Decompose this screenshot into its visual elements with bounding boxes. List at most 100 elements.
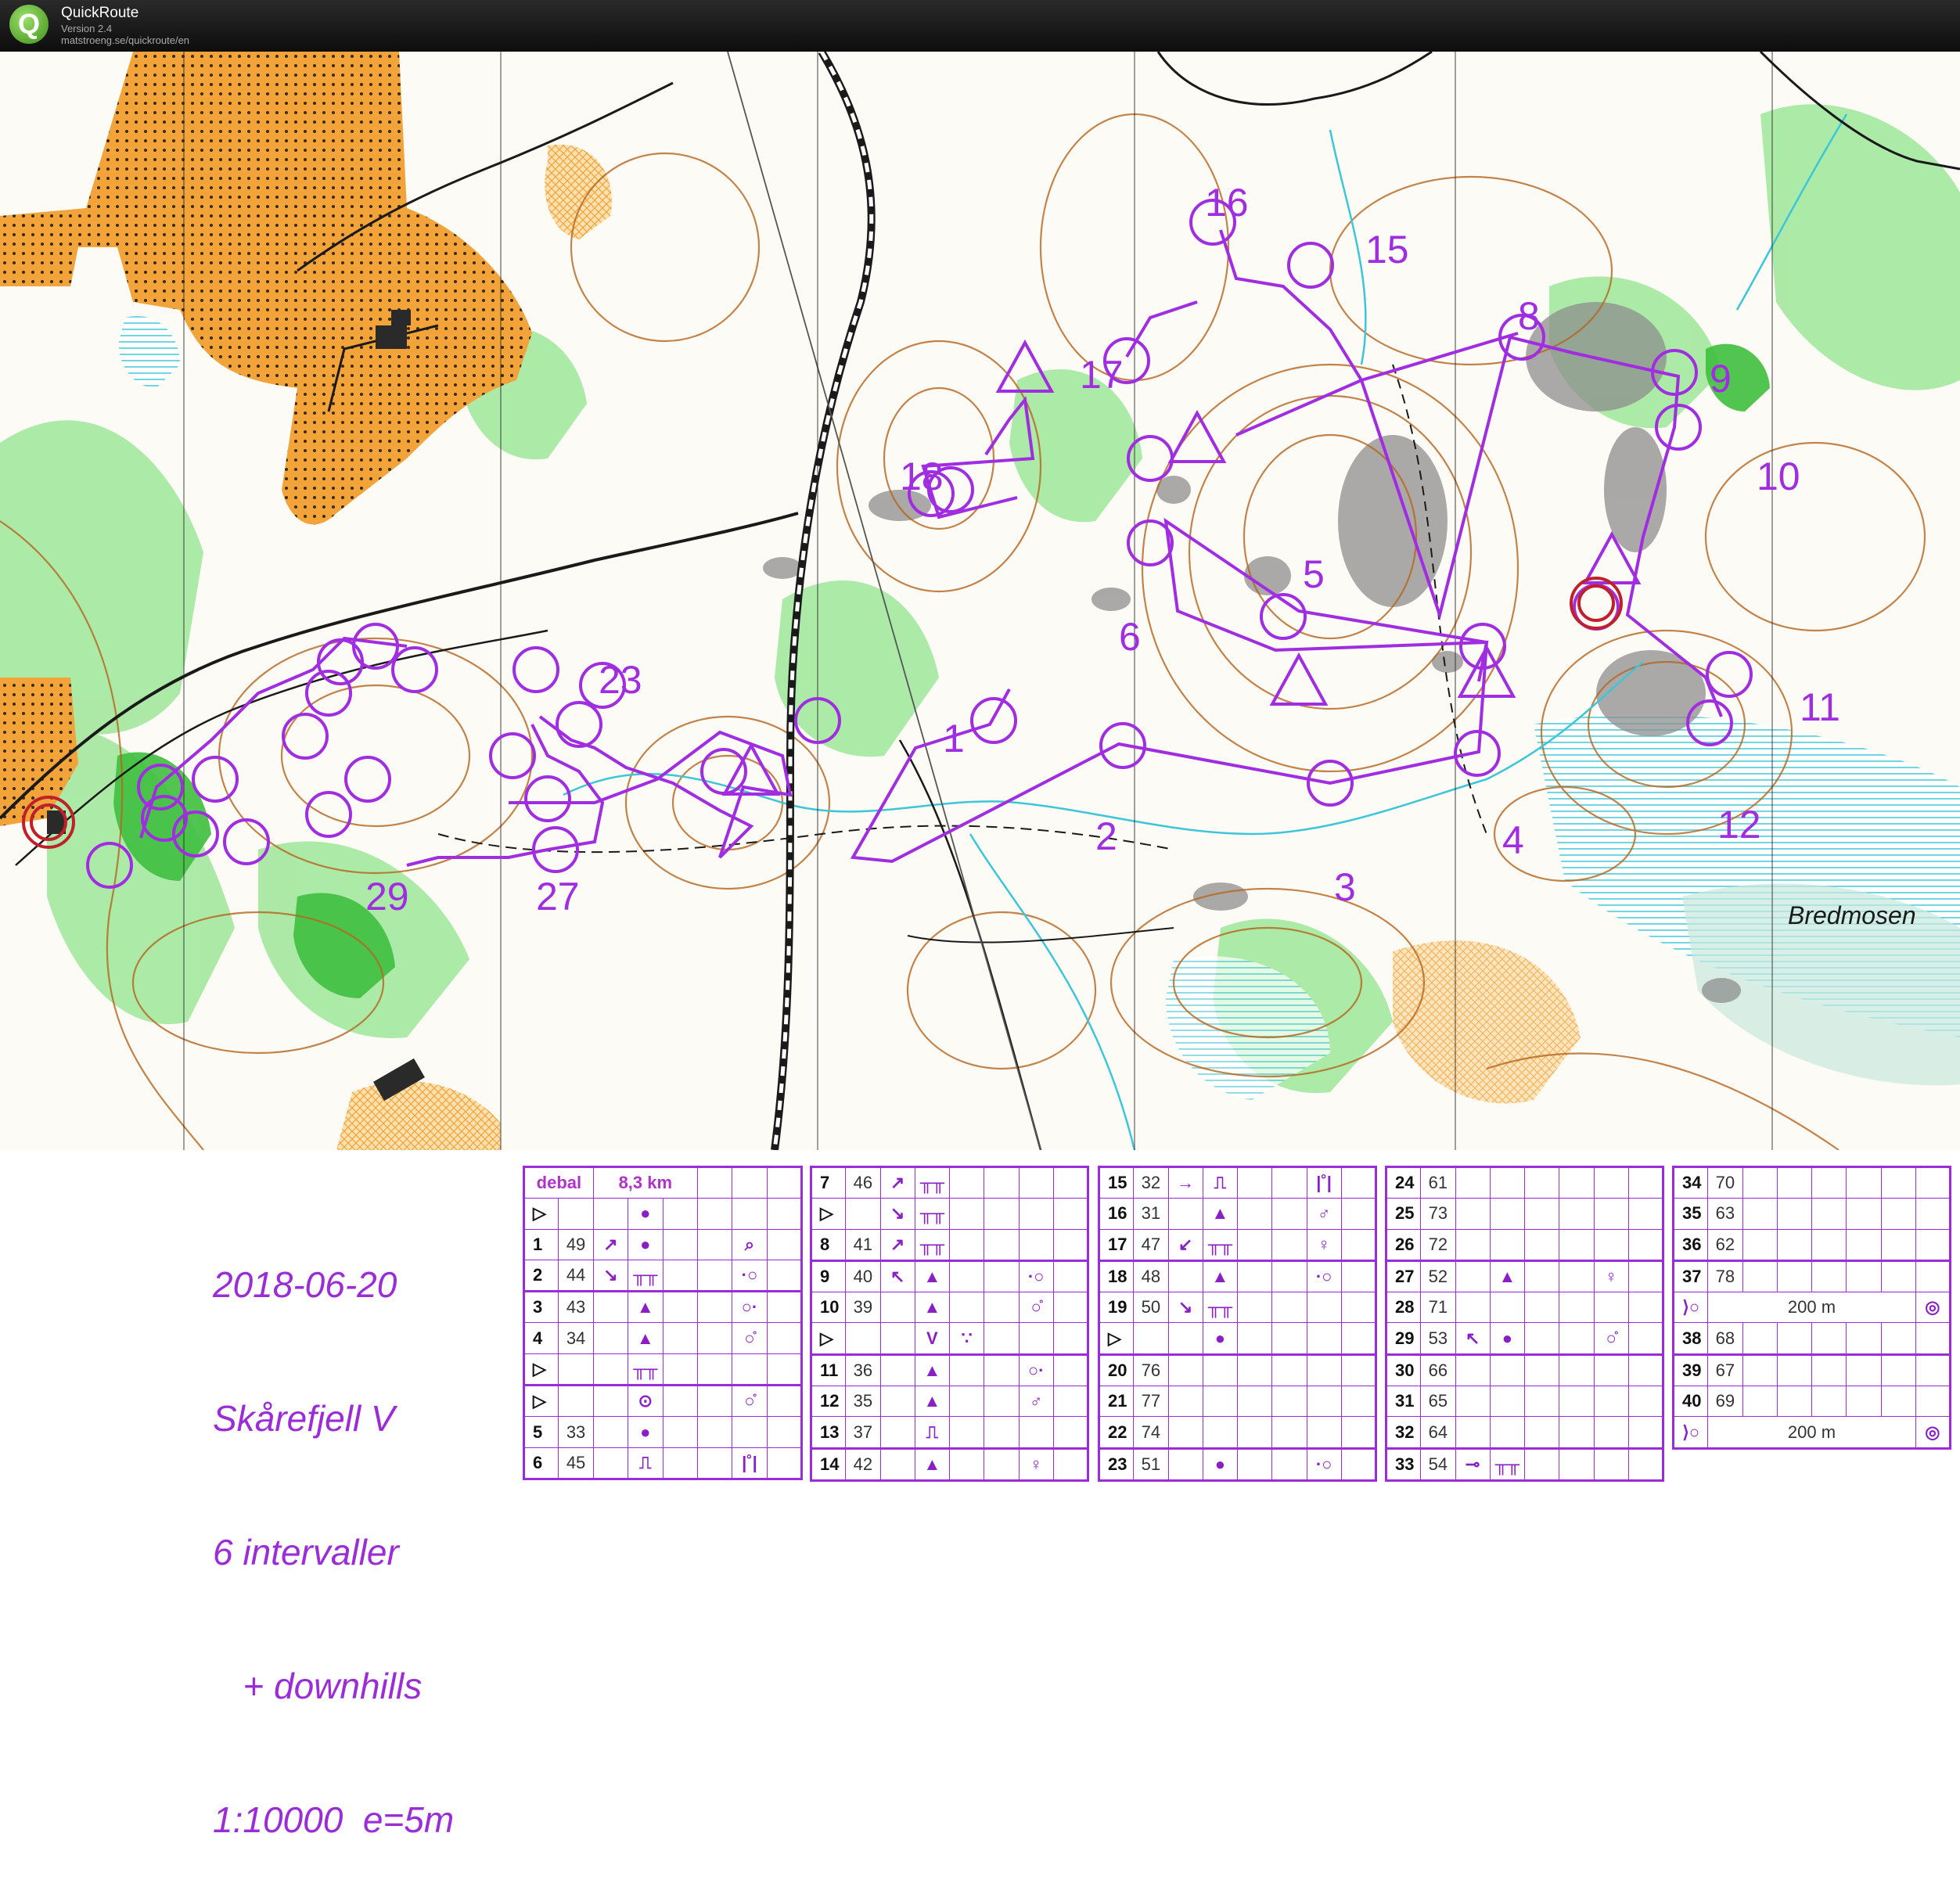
control-descriptions-col1: debal 8,3 km ▷ ● 1 49 ↗ ● ⌕ 2 44 ↘ ╥╥ ·○ 3 43 ▲ ○· 4 34 ▲ ○̊ ▷…: [523, 1166, 803, 1480]
which-feature: [1742, 1322, 1778, 1355]
dimensions: [696, 1228, 733, 1260]
course-length: 8,3 km: [592, 1166, 698, 1199]
appearance: [1523, 1416, 1560, 1449]
control-code: 62: [1707, 1228, 1743, 1261]
feature: ╥╥: [1202, 1228, 1239, 1261]
which-feature: ↖: [1455, 1322, 1491, 1355]
control-number: 31: [1385, 1386, 1422, 1418]
other: [1052, 1228, 1089, 1261]
control-code: 35: [845, 1386, 881, 1418]
control-descriptions-col5: 34 70 35 63 36 62 37 78 ⟩○ 200 m ◎ 38 68 39 67 40 69 ⟩○ 20…: [1672, 1165, 1951, 1450]
appearance: [662, 1259, 698, 1292]
feature: ╥╥: [914, 1165, 951, 1199]
control-code: 70: [1707, 1165, 1743, 1199]
description-row: ⟩○ 200 m ◎: [1672, 1292, 1951, 1324]
which-feature: [1742, 1386, 1778, 1418]
other: [1052, 1353, 1089, 1387]
control-number: 38: [1672, 1322, 1709, 1355]
feature: [1489, 1228, 1526, 1261]
which-feature: ↘: [879, 1198, 915, 1230]
location: [1593, 1353, 1629, 1387]
which-feature: ⊸: [1455, 1447, 1491, 1481]
control-number: 27: [1385, 1259, 1422, 1293]
control-code: 41: [845, 1228, 881, 1261]
location: [1018, 1416, 1054, 1449]
other: [1052, 1165, 1089, 1199]
legend-training: 6 intervaller: [213, 1532, 399, 1572]
control-code: 37: [845, 1416, 881, 1449]
location: |˚|: [732, 1447, 768, 1479]
other: [1627, 1447, 1664, 1481]
other: [1340, 1259, 1377, 1293]
which-feature: [1167, 1259, 1203, 1293]
appearance: [1523, 1292, 1560, 1324]
appearance: [662, 1447, 698, 1479]
location: [1593, 1386, 1629, 1418]
feature: [1489, 1386, 1526, 1418]
location: [1593, 1416, 1629, 1449]
app-url[interactable]: matstroeng.se/quickroute/en: [61, 34, 189, 46]
appearance: [948, 1447, 985, 1481]
title-bar: Q QuickRoute Version 2.4 matstroeng.se/q…: [0, 0, 1960, 52]
description-row: ▷ ⊙ ○̊: [523, 1384, 803, 1418]
control-code: 39: [845, 1292, 881, 1324]
which-feature: [1742, 1165, 1778, 1199]
other: [1340, 1447, 1377, 1481]
appearance: [948, 1259, 985, 1293]
description-row: 16 31 ▲ ♂: [1098, 1198, 1377, 1230]
which-feature: [1742, 1259, 1778, 1293]
dimensions: [1559, 1165, 1595, 1199]
other: [766, 1228, 803, 1260]
appearance: [1236, 1198, 1273, 1230]
dimensions: [1846, 1386, 1882, 1418]
control-code: 72: [1420, 1228, 1456, 1261]
place-name-bredmosen: Bredmosen: [1788, 901, 1916, 929]
control-number: 13: [810, 1416, 847, 1449]
appearance: [1811, 1165, 1847, 1199]
other: [1052, 1416, 1089, 1449]
dimensions: [1271, 1259, 1307, 1293]
which-feature: ↗: [879, 1165, 915, 1199]
feature: ▲: [1489, 1259, 1526, 1293]
control-number: 9: [810, 1259, 847, 1293]
which-feature: [1455, 1292, 1491, 1324]
feature: ⊙: [628, 1384, 664, 1418]
other: [1627, 1322, 1664, 1355]
which-feature: [1455, 1198, 1491, 1230]
appearance: [1523, 1447, 1560, 1481]
description-row: 20 76: [1098, 1353, 1377, 1387]
control-number: 24: [1385, 1165, 1422, 1199]
control-number: ▷: [523, 1384, 559, 1418]
feature: [1776, 1165, 1813, 1199]
dimensions: [1559, 1198, 1595, 1230]
control-code: 32: [1133, 1165, 1169, 1199]
feature: ▲: [1202, 1259, 1239, 1293]
description-row: 2 44 ↘ ╥╥ ·○: [523, 1259, 803, 1292]
which-feature: [879, 1322, 915, 1355]
location: [1880, 1386, 1916, 1418]
which-feature: [1455, 1353, 1491, 1387]
description-row: 13 37 ⎍: [810, 1416, 1089, 1449]
feature: [1489, 1416, 1526, 1449]
which-feature: [1455, 1416, 1491, 1449]
control-number: 23: [1098, 1447, 1135, 1481]
blank: [766, 1166, 803, 1199]
location: [1306, 1292, 1342, 1324]
control-code: 36: [845, 1353, 881, 1387]
feature: [1776, 1198, 1813, 1230]
location: [732, 1416, 768, 1448]
control-number: 33: [1385, 1447, 1422, 1481]
control-number-16: 16: [1205, 181, 1249, 225]
location: [1018, 1165, 1054, 1199]
control-number: 32: [1385, 1416, 1422, 1449]
appearance: [1236, 1416, 1273, 1449]
feature: [1202, 1416, 1239, 1449]
description-row: 32 64: [1385, 1416, 1664, 1449]
description-row: 40 69: [1672, 1386, 1951, 1418]
control-code: 49: [558, 1228, 594, 1260]
dimensions: [984, 1353, 1020, 1387]
feature: ●: [628, 1416, 664, 1448]
control-number-8: 8: [1518, 294, 1540, 338]
description-row: 38 68: [1672, 1322, 1951, 1355]
appearance: [948, 1386, 985, 1418]
